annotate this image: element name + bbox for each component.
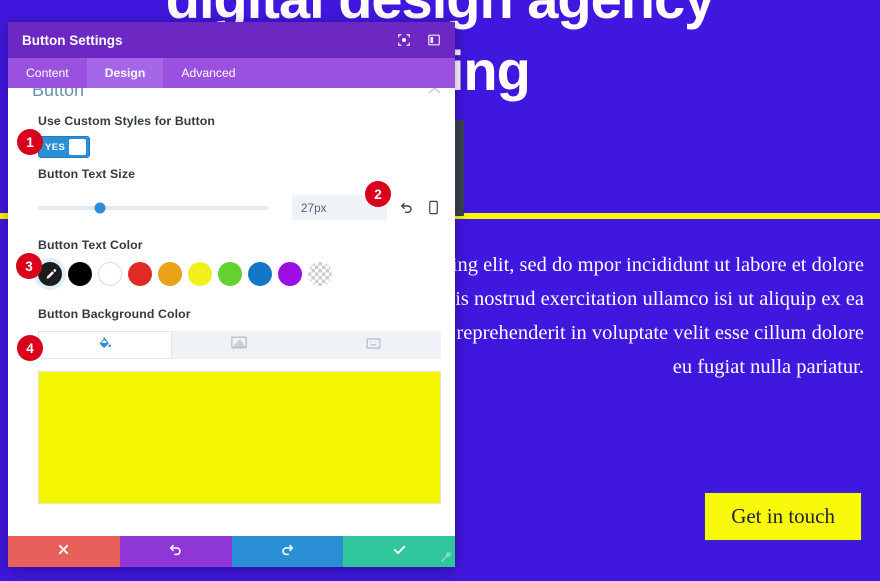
modal-footer xyxy=(8,536,455,567)
background-type-tabs xyxy=(38,331,441,359)
swatch-yellow[interactable] xyxy=(188,262,212,286)
button-section-header: Button xyxy=(32,88,441,101)
video-tab[interactable] xyxy=(306,331,441,359)
text-color-swatches xyxy=(38,262,441,286)
undo-icon xyxy=(168,542,183,562)
check-icon xyxy=(392,542,407,562)
field-button-background-color: Button Background Color xyxy=(38,307,441,504)
label-button-text-color: Button Text Color xyxy=(38,238,143,252)
redo-button[interactable] xyxy=(231,536,344,567)
badge-2: 2 xyxy=(365,181,391,207)
cancel-button[interactable] xyxy=(8,536,120,567)
gradient-tab[interactable] xyxy=(172,331,307,359)
label-button-text-size: Button Text Size xyxy=(38,167,136,181)
swatch-blue[interactable] xyxy=(248,262,272,286)
toggle-value: YES xyxy=(45,141,66,153)
focus-icon[interactable] xyxy=(397,33,411,47)
swatch-transparent[interactable] xyxy=(308,262,332,286)
label-button-background-color: Button Background Color xyxy=(38,307,191,321)
field-button-text-color: Button Text Color xyxy=(38,238,441,286)
redo-icon xyxy=(280,542,295,562)
swatch-red[interactable] xyxy=(128,262,152,286)
background-color-preview[interactable] xyxy=(38,371,441,504)
badge-1: 1 xyxy=(17,129,43,155)
cta-wrapper: Get in touch xyxy=(704,492,862,541)
toggle-knob xyxy=(69,139,86,155)
swatch-purple[interactable] xyxy=(278,262,302,286)
tab-content[interactable]: Content xyxy=(8,58,87,88)
mobile-icon[interactable] xyxy=(426,200,441,216)
close-icon xyxy=(56,542,71,562)
chevron-up-icon[interactable] xyxy=(428,88,441,98)
resize-handle[interactable] xyxy=(437,550,453,566)
swatch-black[interactable] xyxy=(68,262,92,286)
modal-tabbar: Content Design Advanced xyxy=(8,58,455,88)
modal-body: Button Use Custom Styles for Button YES … xyxy=(8,88,455,536)
paint-bucket-tab[interactable] xyxy=(38,331,173,359)
modal-title: Button Settings xyxy=(22,32,123,48)
modal-header-icons xyxy=(397,33,441,47)
field-use-custom-styles: Use Custom Styles for Button YES xyxy=(38,114,441,158)
page-scrollbar[interactable] xyxy=(455,120,464,216)
layout-columns-icon[interactable] xyxy=(427,33,441,47)
text-size-slider-knob[interactable] xyxy=(94,202,106,213)
text-size-slider[interactable] xyxy=(38,202,268,213)
swatch-white[interactable] xyxy=(98,262,122,286)
tab-advanced[interactable]: Advanced xyxy=(163,58,253,88)
badge-4: 4 xyxy=(17,335,43,361)
undo-button[interactable] xyxy=(119,536,232,567)
swatch-orange[interactable] xyxy=(158,262,182,286)
custom-styles-toggle[interactable]: YES xyxy=(38,136,90,158)
gradient-image-icon xyxy=(231,336,248,354)
modal-header: Button Settings xyxy=(8,22,455,58)
paint-bucket-icon xyxy=(98,336,112,355)
label-use-custom-styles: Use Custom Styles for Button xyxy=(38,114,216,128)
video-icon xyxy=(366,336,381,354)
get-in-touch-button[interactable]: Get in touch xyxy=(704,492,862,541)
tab-design[interactable]: Design xyxy=(86,58,164,88)
section-title: Button xyxy=(32,88,85,100)
undo-icon[interactable] xyxy=(399,200,414,216)
button-settings-modal: Button Settings Content Design Advanced xyxy=(8,22,455,567)
badge-3: 3 xyxy=(16,253,42,279)
swatch-green[interactable] xyxy=(218,262,242,286)
